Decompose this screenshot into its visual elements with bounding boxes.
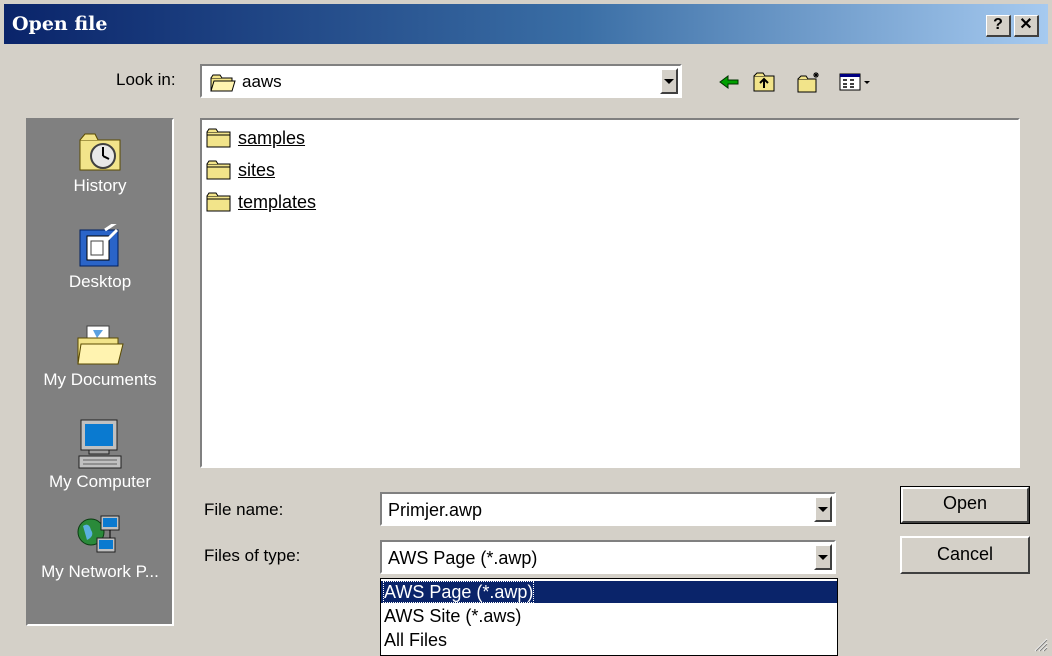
resize-grip-icon[interactable]	[1032, 636, 1048, 652]
list-item[interactable]: samples	[206, 124, 305, 152]
file-name-label: File name:	[204, 500, 284, 519]
file-type-option[interactable]: AWS Site (*.aws)	[381, 605, 837, 627]
place-my-documents[interactable]: My Documents	[28, 322, 172, 390]
list-item[interactable]: sites	[206, 156, 275, 184]
close-button[interactable]: ✕	[1014, 15, 1039, 37]
file-type-options-list: AWS Page (*.awp) AWS Site (*.aws) All Fi…	[380, 578, 838, 656]
place-network[interactable]: My Network P...	[28, 514, 172, 582]
file-list[interactable]: samples sites templates	[200, 118, 1020, 468]
chevron-down-icon	[664, 78, 674, 84]
list-item[interactable]: templates	[206, 188, 316, 216]
title-bar[interactable]: Open file ? ✕	[4, 4, 1048, 44]
file-name-value: Primjer.awp	[388, 500, 483, 520]
network-places-icon	[77, 515, 120, 553]
back-icon[interactable]	[716, 70, 742, 94]
folder-icon	[206, 128, 231, 148]
place-label: History	[73, 176, 127, 195]
chevron-down-icon	[818, 554, 828, 560]
look-in-label: Look in:	[116, 70, 176, 89]
look-in-arrow-button[interactable]	[660, 68, 678, 94]
open-file-dialog: Open file ? ✕ Look in: aaws History Desk…	[0, 0, 1052, 656]
file-name: sites	[238, 159, 276, 180]
folder-icon	[206, 160, 231, 180]
look-in-dropdown[interactable]: aaws	[200, 64, 682, 98]
chevron-down-icon	[818, 506, 828, 512]
look-in-value: aaws	[242, 72, 282, 91]
my-computer-icon	[78, 419, 122, 469]
help-button[interactable]: ?	[986, 15, 1011, 37]
file-type-value: AWS Page (*.awp)	[388, 548, 538, 568]
place-label: My Documents	[43, 370, 157, 389]
open-button-label: Open	[942, 493, 988, 513]
view-menu-icon[interactable]	[838, 70, 876, 94]
place-desktop[interactable]: Desktop	[28, 224, 172, 292]
file-type-arrow-button[interactable]	[814, 544, 832, 570]
place-history[interactable]: History	[28, 128, 172, 196]
file-name-input[interactable]: Primjer.awp	[380, 492, 836, 526]
file-type-option[interactable]: AWS Page (*.awp)	[381, 581, 837, 603]
desktop-icon	[79, 224, 119, 267]
history-icon	[79, 133, 121, 171]
my-documents-icon	[77, 325, 124, 365]
file-name: templates	[238, 191, 317, 212]
cancel-button[interactable]: Cancel	[900, 536, 1030, 574]
folder-icon	[210, 74, 236, 92]
place-label: My Network P...	[41, 562, 159, 581]
up-folder-icon[interactable]	[752, 70, 778, 94]
file-name-arrow-button[interactable]	[814, 496, 832, 522]
window-title: Open file	[12, 13, 108, 35]
file-type-option[interactable]: All Files	[381, 629, 837, 651]
file-name: samples	[238, 127, 306, 148]
place-my-computer[interactable]: My Computer	[28, 418, 172, 492]
file-type-label: Files of type:	[204, 546, 301, 565]
place-label: Desktop	[68, 272, 132, 291]
folder-icon	[206, 192, 231, 212]
places-bar: History Desktop My Documents My Computer…	[26, 118, 174, 626]
open-button[interactable]: Open	[900, 486, 1030, 524]
file-type-dropdown[interactable]: AWS Page (*.awp)	[380, 540, 836, 574]
new-folder-icon[interactable]	[796, 70, 822, 94]
place-label: My Computer	[48, 472, 152, 491]
